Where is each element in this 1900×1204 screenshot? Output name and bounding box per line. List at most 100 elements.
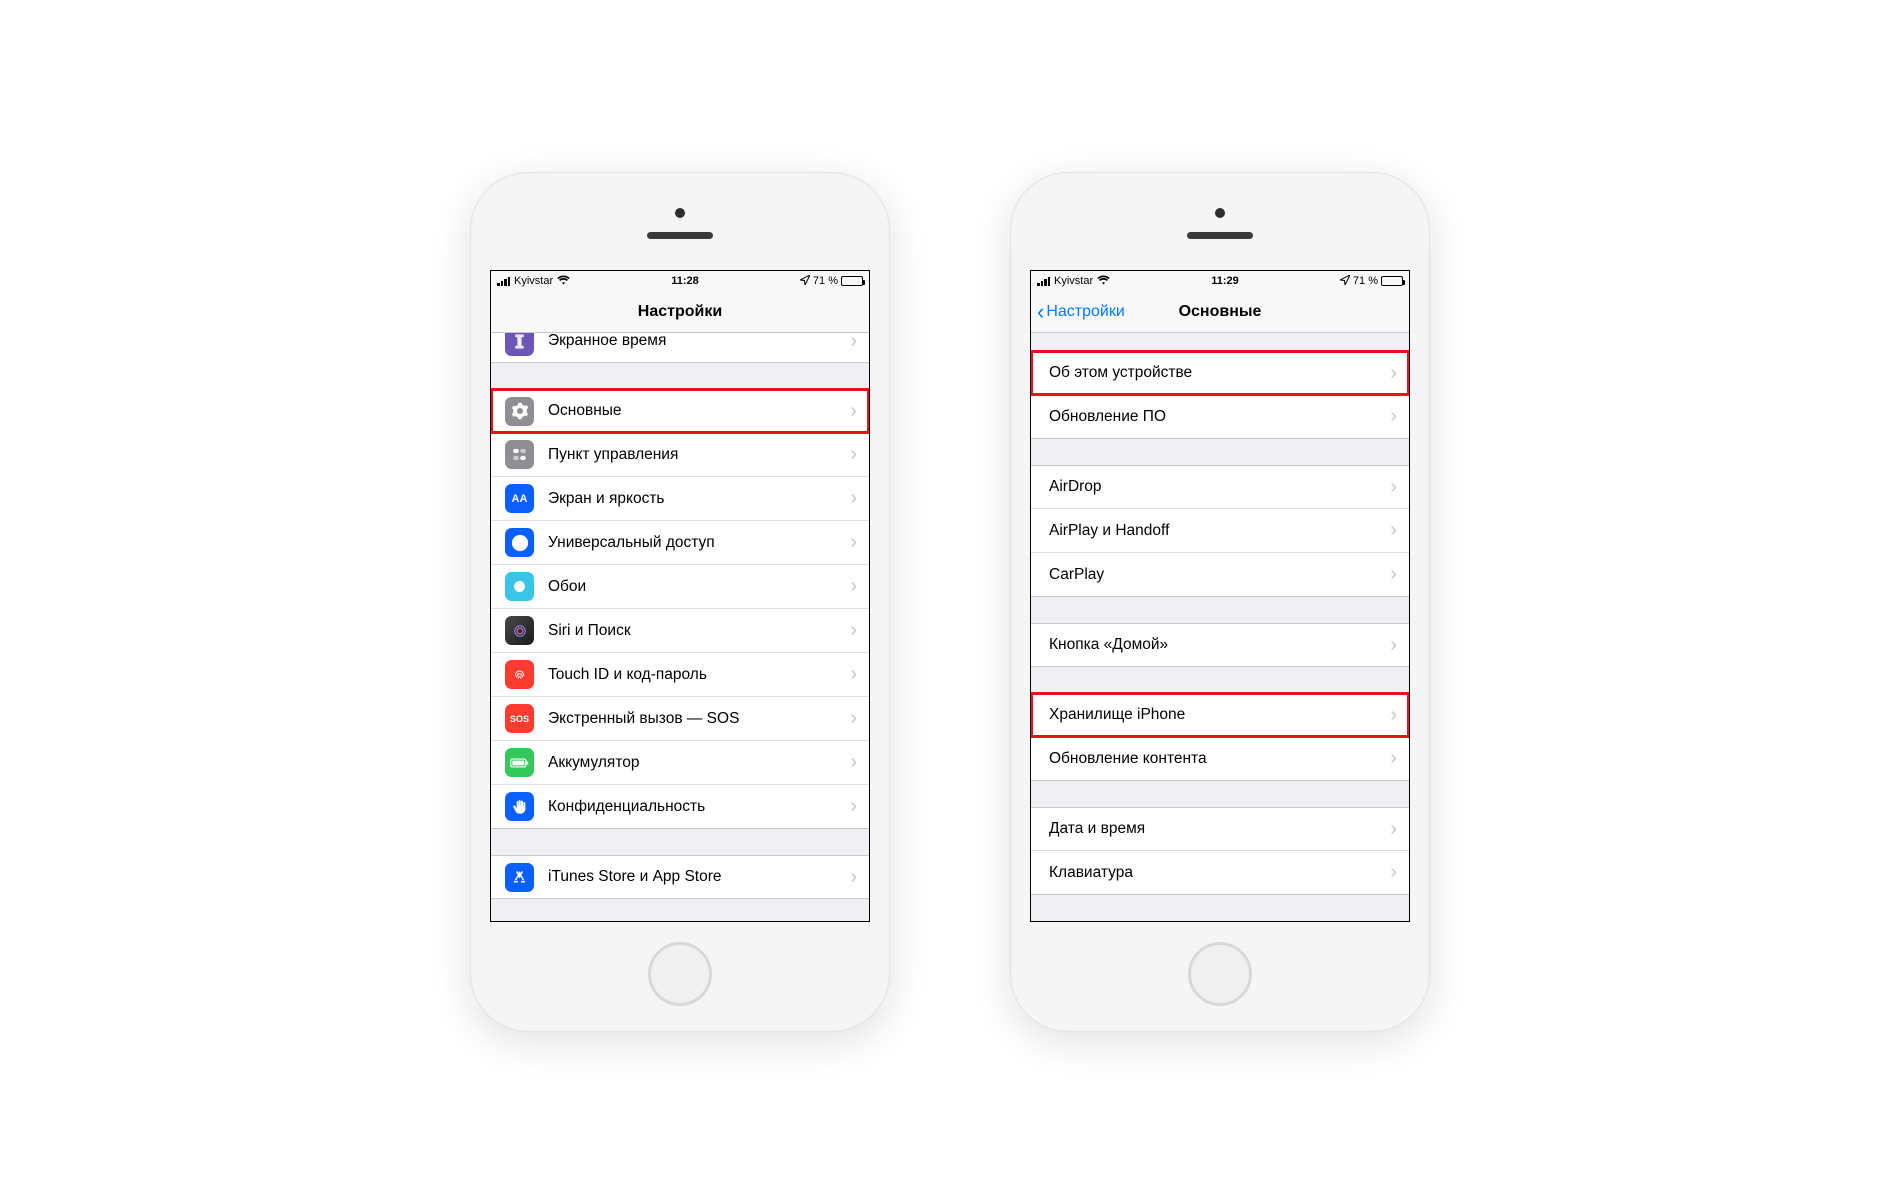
row-airplay[interactable]: AirPlay и Handoff › [1031,509,1409,553]
chevron-right-icon: › [850,866,857,889]
carrier-label: Kyivstar [1054,275,1093,287]
general-list[interactable]: Об этом устройстве › Обновление ПО › Air… [1031,333,1409,921]
row-about[interactable]: Об этом устройстве › [1031,351,1409,395]
row-touchid[interactable]: Touch ID и код-пароль › [491,653,869,697]
front-camera [675,208,685,218]
row-keyboard[interactable]: Клавиатура › [1031,851,1409,895]
chevron-right-icon: › [850,443,857,466]
chevron-right-icon: › [1390,362,1397,385]
iphone-left: Kyivstar 11:28 71 % Настройки [470,172,890,1032]
row-label: Siri и Поиск [548,622,850,640]
row-label: Touch ID и код-пароль [548,666,850,684]
row-sos[interactable]: SOS Экстренный вызов — SOS › [491,697,869,741]
row-label: Конфиденциальность [548,798,850,816]
row-label: Экран и яркость [548,490,850,508]
battery-icon [841,276,863,286]
fingerprint-icon [505,660,534,689]
row-iphone-storage[interactable]: Хранилище iPhone › [1031,693,1409,737]
chevron-right-icon: › [1390,405,1397,428]
row-label: Дата и время [1049,820,1390,838]
row-label: Экстренный вызов — SOS [548,710,850,728]
row-screen-time[interactable]: Экранное время › [491,333,869,363]
battery-icon [505,748,534,777]
carrier-label: Kyivstar [514,275,553,287]
row-date-time[interactable]: Дата и время › [1031,807,1409,851]
control-center-icon [505,440,534,469]
row-label: Основные [548,402,850,420]
row-label: AirDrop [1049,478,1390,496]
chevron-right-icon: › [1390,861,1397,884]
row-display[interactable]: AA Экран и яркость › [491,477,869,521]
row-carplay[interactable]: CarPlay › [1031,553,1409,597]
wallpaper-icon [505,572,534,601]
chevron-right-icon: › [850,575,857,598]
display-icon: AA [505,484,534,513]
home-button-physical[interactable] [648,942,712,1006]
settings-list[interactable]: Экранное время › Основные › [491,333,869,921]
status-bar: Kyivstar 11:29 71 % [1031,271,1409,291]
screen: Kyivstar 11:28 71 % Настройки [490,270,870,922]
row-label: Обновление ПО [1049,408,1390,426]
row-label: Кнопка «Домой» [1049,636,1390,654]
chevron-right-icon: › [850,333,857,353]
chevron-right-icon: › [1390,704,1397,727]
chevron-right-icon: › [850,531,857,554]
gear-icon [505,397,534,426]
row-label: Универсальный доступ [548,534,850,552]
chevron-right-icon: › [850,751,857,774]
battery-percent: 71 % [813,275,838,287]
row-background-refresh[interactable]: Обновление контента › [1031,737,1409,781]
home-button-physical[interactable] [1188,942,1252,1006]
chevron-right-icon: › [1390,747,1397,770]
wifi-icon [557,275,570,287]
signal-icon [497,276,510,286]
row-label: iTunes Store и App Store [548,868,850,886]
chevron-right-icon: › [1390,476,1397,499]
row-label: Об этом устройстве [1049,364,1390,382]
row-label: Аккумулятор [548,754,850,772]
back-button[interactable]: ‹ Настройки [1037,291,1125,332]
siri-icon [505,616,534,645]
row-itunes[interactable]: iTunes Store и App Store › [491,855,869,899]
row-wallpaper[interactable]: Обои › [491,565,869,609]
status-bar: Kyivstar 11:28 71 % [491,271,869,291]
row-label: Пункт управления [548,446,850,464]
row-software-update[interactable]: Обновление ПО › [1031,395,1409,439]
row-label: Хранилище iPhone [1049,706,1390,724]
row-label: Клавиатура [1049,864,1390,882]
nav-bar: ‹ Настройки Основные [1031,291,1409,333]
row-privacy[interactable]: Конфиденциальность › [491,785,869,829]
row-battery[interactable]: Аккумулятор › [491,741,869,785]
screen: Kyivstar 11:29 71 % ‹ Настройки Основные [1030,270,1410,922]
chevron-right-icon: › [850,663,857,686]
location-icon [1340,275,1350,288]
row-label: Экранное время [548,333,850,350]
battery-percent: 71 % [1353,275,1378,287]
battery-icon [1381,276,1403,286]
appstore-icon [505,863,534,892]
chevron-right-icon: › [1390,563,1397,586]
privacy-hand-icon [505,792,534,821]
page-title: Основные [1179,303,1262,321]
page-title: Настройки [638,303,722,321]
row-label: CarPlay [1049,566,1390,584]
chevron-right-icon: › [850,487,857,510]
chevron-right-icon: › [850,795,857,818]
row-home-button[interactable]: Кнопка «Домой» › [1031,623,1409,667]
row-airdrop[interactable]: AirDrop › [1031,465,1409,509]
location-icon [800,275,810,288]
clock: 11:28 [671,275,699,287]
row-label: Обои [548,578,850,596]
iphone-right: Kyivstar 11:29 71 % ‹ Настройки Основные [1010,172,1430,1032]
wifi-icon [1097,275,1110,287]
nav-bar: Настройки [491,291,869,333]
row-siri[interactable]: Siri и Поиск › [491,609,869,653]
accessibility-icon [505,528,534,557]
chevron-right-icon: › [1390,818,1397,841]
chevron-right-icon: › [1390,519,1397,542]
row-label: AirPlay и Handoff [1049,522,1390,540]
row-accessibility[interactable]: Универсальный доступ › [491,521,869,565]
row-control-center[interactable]: Пункт управления › [491,433,869,477]
row-general[interactable]: Основные › [491,389,869,433]
signal-icon [1037,276,1050,286]
